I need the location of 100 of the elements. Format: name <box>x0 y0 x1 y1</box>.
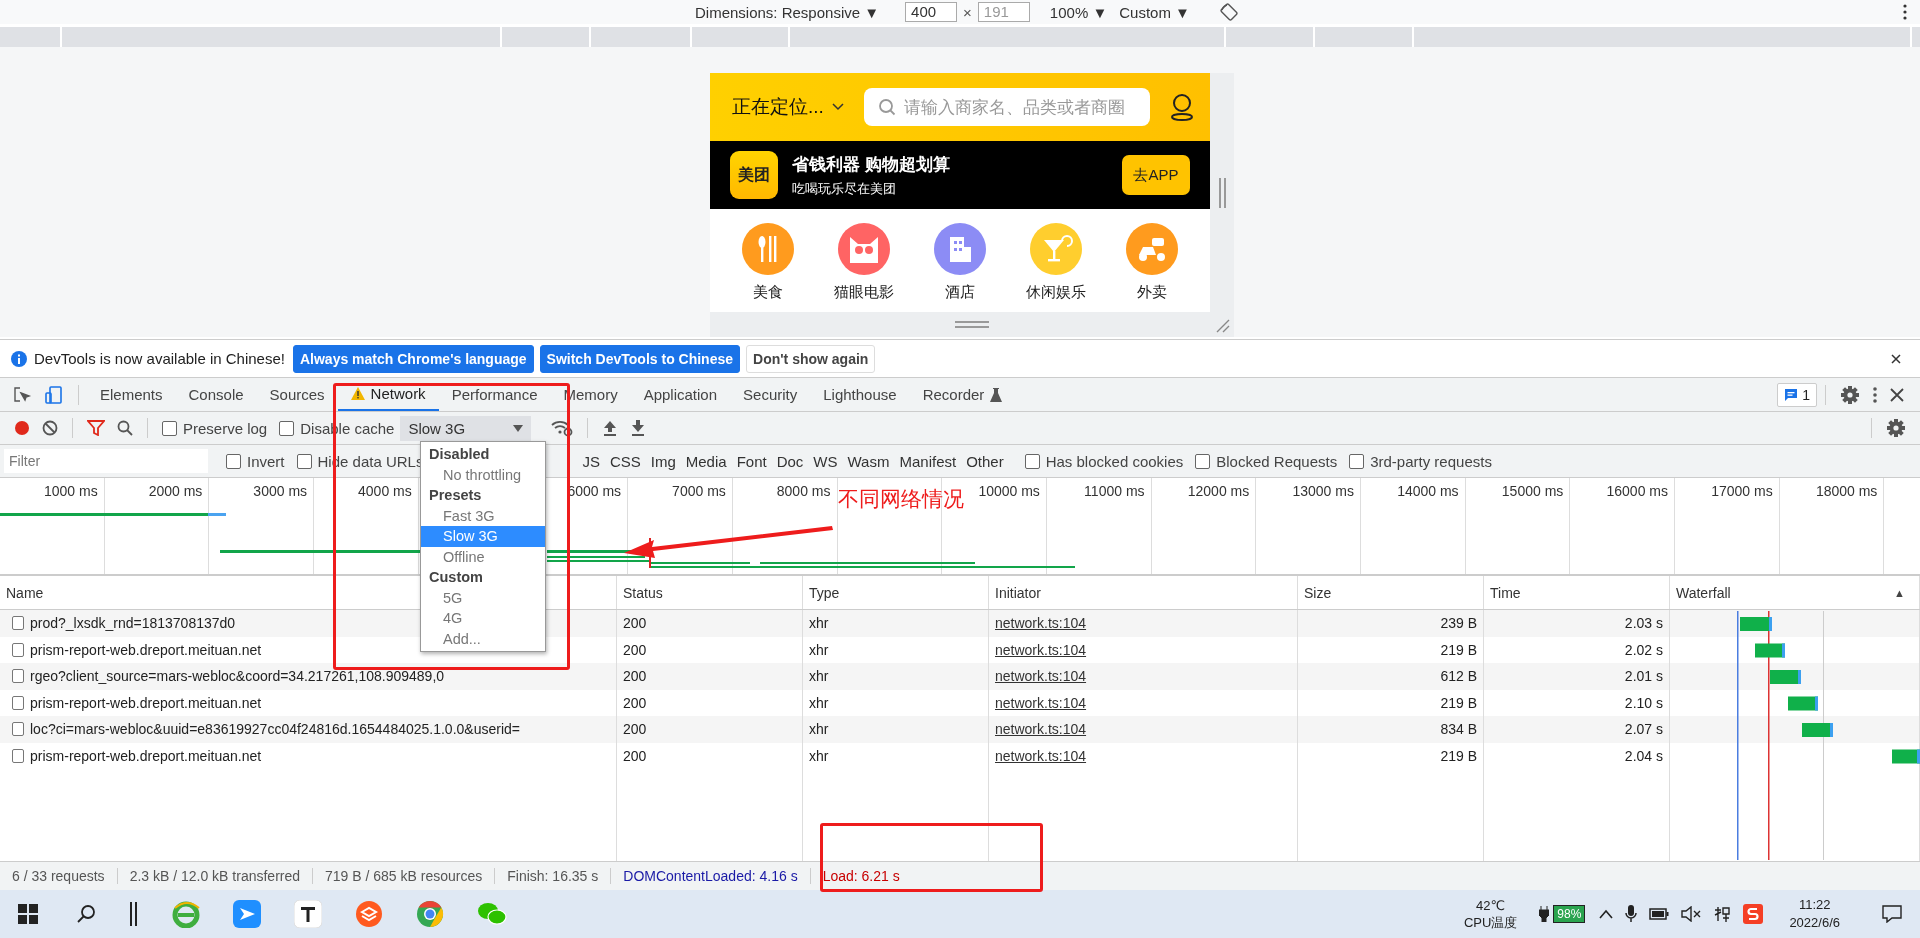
panel-tab[interactable]: Lighthouse <box>810 378 910 411</box>
category-label[interactable]: 外卖 <box>1137 283 1167 302</box>
menu-item[interactable]: Add... <box>421 628 545 649</box>
request-name[interactable]: prod?_lxsdk_rnd=1813708137d0 <box>30 615 236 632</box>
column-header[interactable]: Status <box>617 576 803 609</box>
resize-handle[interactable] <box>955 318 989 331</box>
input-method-icon[interactable] <box>1713 905 1732 923</box>
checkbox[interactable] <box>296 453 312 469</box>
chrome-icon[interactable] <box>416 900 444 928</box>
column-header[interactable]: Size <box>1298 576 1484 609</box>
clock-date[interactable]: 2022/6/6 <box>1789 914 1840 932</box>
infobar-button[interactable]: Switch DevTools to Chinese <box>539 344 741 373</box>
more-icon[interactable] <box>1872 385 1878 404</box>
request-name[interactable]: prism-report-web.dreport.meituan.net <box>30 641 262 658</box>
stack-icon[interactable] <box>355 900 383 928</box>
record-icon[interactable] <box>14 420 30 436</box>
category-label[interactable]: 猫眼电影 <box>834 283 894 302</box>
panel-tab[interactable]: Application <box>630 378 731 411</box>
resize-corner-icon[interactable] <box>1216 319 1230 333</box>
type-filter-button[interactable]: WS <box>808 450 843 472</box>
close-icon[interactable] <box>1890 352 1902 365</box>
checkbox[interactable] <box>1195 453 1211 469</box>
resize-handle[interactable] <box>1210 73 1234 312</box>
checkbox[interactable] <box>162 420 177 436</box>
open-app-button[interactable]: 去APP <box>1122 155 1190 195</box>
column-header[interactable]: Type <box>803 576 989 609</box>
type-filter-button[interactable]: Font <box>731 450 772 472</box>
type-filter-button[interactable]: Img <box>645 450 681 472</box>
panel-tab[interactable]: Console <box>175 378 257 411</box>
type-filter-button[interactable]: Other <box>961 450 1009 472</box>
throttling-select[interactable]: Slow 3G <box>400 415 532 441</box>
letter-t-icon[interactable] <box>294 900 322 928</box>
issues-counter[interactable]: 1 <box>1777 382 1817 407</box>
type-filter-button[interactable]: Manifest <box>894 450 962 472</box>
initiator-link[interactable]: network.ts:104 <box>995 694 1087 711</box>
windows-start-icon[interactable] <box>18 904 38 924</box>
sogou-s-icon[interactable] <box>1743 904 1764 924</box>
search-icon[interactable] <box>76 904 96 924</box>
panel-tab[interactable]: Elements <box>87 378 176 411</box>
menu-item[interactable]: Fast 3G <box>421 505 545 526</box>
clear-icon[interactable] <box>42 420 58 436</box>
request-name[interactable]: prism-report-web.dreport.meituan.net <box>30 694 262 711</box>
chevron-down-icon[interactable] <box>831 103 844 111</box>
notification-icon[interactable] <box>1882 905 1902 923</box>
building-icon[interactable] <box>934 223 986 275</box>
user-icon[interactable] <box>1170 93 1194 121</box>
category-label[interactable]: 酒店 <box>945 283 975 302</box>
checkbox-label[interactable]: Has blocked cookies <box>1045 452 1184 470</box>
upload-icon[interactable] <box>602 420 619 436</box>
type-filter-button[interactable]: CSS <box>604 450 646 472</box>
checkbox-label[interactable]: Invert <box>247 452 285 470</box>
throttle-dropdown[interactable]: Custom ▼ <box>1113 3 1196 21</box>
column-header[interactable]: Time <box>1484 576 1670 609</box>
type-filter-button[interactable]: Doc <box>771 450 809 472</box>
infobar-button[interactable]: Don't show again <box>746 344 876 373</box>
dimensions-dropdown[interactable]: Dimensions: Responsive ▼ <box>689 3 886 21</box>
menu-item[interactable]: 4G <box>421 608 545 629</box>
initiator-link[interactable]: network.ts:104 <box>995 721 1087 738</box>
clock-time[interactable]: 11:22 <box>1798 896 1831 914</box>
type-filter-button[interactable]: Media <box>680 450 732 472</box>
filter-icon[interactable] <box>87 420 105 436</box>
device-toggle-icon[interactable] <box>44 384 64 405</box>
type-filter-button[interactable]: JS <box>577 450 605 472</box>
menu-item[interactable]: No throttling <box>421 464 545 485</box>
chevron-up-icon[interactable] <box>1599 909 1614 919</box>
checkbox-label[interactable]: 3rd-party requests <box>1370 452 1492 470</box>
rotate-icon[interactable] <box>1219 3 1238 21</box>
checkbox[interactable] <box>1024 453 1040 469</box>
search-icon[interactable] <box>117 420 133 436</box>
microphone-icon[interactable] <box>1625 905 1638 923</box>
panel-tab[interactable]: Recorder <box>909 378 1016 411</box>
type-filter-button[interactable]: Wasm <box>842 450 895 472</box>
location-label[interactable]: 正在定位... <box>732 94 824 120</box>
initiator-link[interactable]: network.ts:104 <box>995 668 1087 685</box>
category-label[interactable]: 美食 <box>753 283 783 302</box>
wifi-settings-icon[interactable] <box>551 419 574 437</box>
request-name[interactable]: rgeo?client_source=mars-webloc&coord=34.217261,108.909489,0 <box>30 668 445 685</box>
paper-plane-icon[interactable] <box>233 900 261 928</box>
initiator-link[interactable]: network.ts:104 <box>995 641 1087 658</box>
panel-tab[interactable]: Security <box>730 378 811 411</box>
checkbox-label[interactable]: Blocked Requests <box>1216 452 1338 470</box>
category-label[interactable]: 休闲娱乐 <box>1026 283 1086 302</box>
checkbox-label[interactable]: Preserve log <box>183 419 268 437</box>
download-icon[interactable] <box>630 420 647 436</box>
panel-tab[interactable]: Sources <box>256 378 338 411</box>
menu-item[interactable]: 5G <box>421 587 545 608</box>
initiator-link[interactable]: network.ts:104 <box>995 615 1087 632</box>
panel-tab[interactable]: Performance <box>438 378 551 411</box>
width-field[interactable]: 400 <box>905 2 958 22</box>
settings-icon[interactable] <box>1886 418 1906 438</box>
settings-icon[interactable] <box>1840 384 1860 405</box>
close-icon[interactable] <box>1890 387 1904 402</box>
zoom-dropdown[interactable]: 100% ▼ <box>1043 3 1114 21</box>
filter-field[interactable]: Filter <box>4 449 208 473</box>
infobar-button[interactable]: Always match Chrome's language <box>292 344 534 373</box>
column-header[interactable]: Initiator <box>989 576 1298 609</box>
inspect-icon[interactable] <box>12 384 32 405</box>
more-icon[interactable] <box>1902 4 1908 20</box>
speaker-muted-icon[interactable] <box>1681 906 1702 922</box>
checkbox[interactable] <box>226 453 241 469</box>
